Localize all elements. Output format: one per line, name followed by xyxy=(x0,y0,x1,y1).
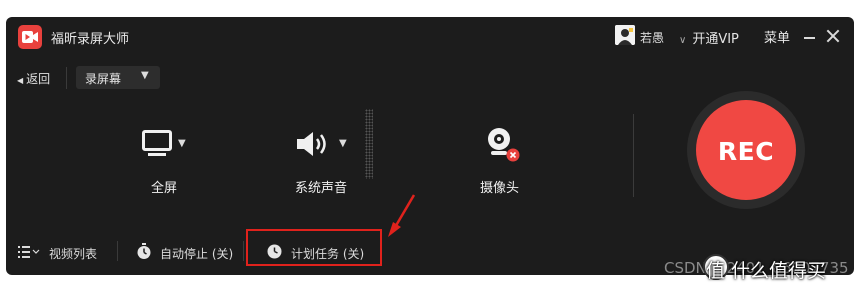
divider xyxy=(243,241,244,261)
auto-stop-label: 自动停止 (关) xyxy=(160,247,234,261)
arrow-pointer-icon xyxy=(388,194,416,237)
chevron-down-icon: ∨ xyxy=(679,35,687,46)
speaker-icon xyxy=(297,132,326,156)
app-title: 福昕录屏大师 xyxy=(51,32,130,47)
username[interactable]: 若愚 xyxy=(640,29,664,46)
vip-button[interactable]: ∨ 开通VIP xyxy=(679,28,739,47)
back-button[interactable]: ◀ 返回 xyxy=(17,70,50,87)
monitor-icon xyxy=(142,130,172,156)
divider xyxy=(117,241,118,261)
menu-button[interactable]: 菜单 xyxy=(764,27,790,46)
chevron-down-icon: ▼ xyxy=(141,70,149,81)
chevron-down-icon[interactable]: ▼ xyxy=(339,138,347,149)
webcam-label: 摄像头 xyxy=(480,181,520,196)
divider xyxy=(66,67,67,89)
rec-button[interactable]: REC xyxy=(696,100,796,200)
close-icon[interactable] xyxy=(826,29,840,43)
recorder-window: 福昕录屏大师 若愚 ∨ 开通VIP 菜单 ◀ 返回 录屏幕 ▼ ▼ 全屏 ▼ 系… xyxy=(6,17,854,275)
screen-label: 全屏 xyxy=(151,181,178,196)
title-bar: 福昕录屏大师 若愚 ∨ 开通VIP 菜单 xyxy=(6,17,854,57)
system-sound-label: 系统声音 xyxy=(295,181,348,196)
back-label: 返回 xyxy=(26,72,51,86)
app-logo-icon xyxy=(18,25,42,49)
divider xyxy=(633,114,634,197)
video-list-label: 视频列表 xyxy=(49,247,98,261)
avatar-icon[interactable] xyxy=(615,25,635,45)
volume-meter xyxy=(365,109,373,179)
minimize-icon[interactable] xyxy=(804,37,815,39)
vip-label: 开通VIP xyxy=(692,32,739,47)
rec-label: REC xyxy=(717,137,775,166)
mode-select-value: 录屏幕 xyxy=(85,72,122,86)
chevron-down-icon[interactable]: ▼ xyxy=(178,138,186,149)
annotation-highlight-box xyxy=(246,229,382,266)
timer-icon xyxy=(137,243,151,259)
list-icon xyxy=(18,246,40,258)
site-watermark: 值 什么值得买 xyxy=(706,260,827,282)
mode-select[interactable]: 录屏幕 ▼ xyxy=(76,66,160,89)
back-arrow-icon: ◀ xyxy=(17,76,24,85)
camera-off-badge-icon xyxy=(506,148,520,162)
